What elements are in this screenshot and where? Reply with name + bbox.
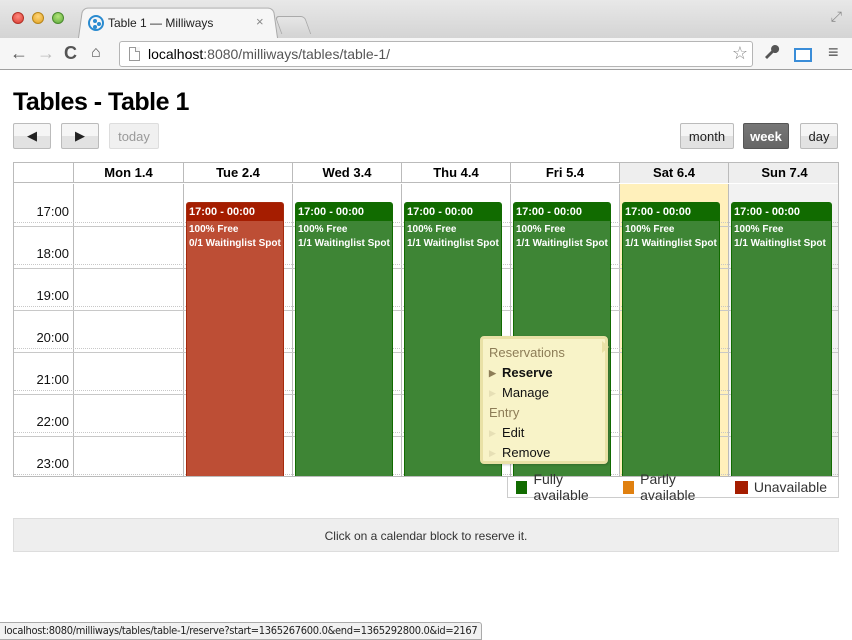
calendar-event-block[interactable]: 17:00 - 00:00 100% Free 1/1 Waitinglist Sp… (295, 202, 393, 476)
day-header: Wed 3.4 (292, 163, 401, 183)
browser-tab-content[interactable]: Table 1 — Milliways (88, 12, 268, 34)
menu-arrow-icon: ▶ (489, 448, 496, 458)
event-time: 17:00 - 00:00 (405, 203, 501, 221)
tab-close-icon[interactable]: × (256, 14, 264, 29)
availability-legend: Fully available Partly available Unavailab… (507, 471, 839, 503)
day-header: Sun 7.4 (728, 163, 838, 183)
time-label: 18:00 (36, 246, 69, 261)
browser-titlebar: Table 1 — Milliways × ⤢ (0, 0, 852, 38)
info-message: Click on a calendar block to reserve it. (13, 518, 839, 552)
address-bar[interactable]: localhost :8080/milliways/tables/table-1… (119, 41, 753, 67)
time-label: 22:00 (36, 414, 69, 429)
menu-item-label: Remove (502, 445, 551, 460)
event-time: 17:00 - 00:00 (732, 203, 831, 221)
menu-arrow-icon: ▶ (489, 428, 496, 438)
event-time: 17:00 - 00:00 (296, 203, 392, 221)
minimize-window-button[interactable] (32, 12, 44, 24)
url-path: :8080/milliways/tables/table-1/ (203, 46, 391, 62)
menu-group-label: Reservations (489, 345, 565, 360)
legend-label: Partly available (640, 471, 696, 503)
zoom-window-button[interactable] (52, 12, 64, 24)
menu-arrow-icon: ▶ (489, 368, 496, 378)
fullscreen-icon[interactable]: ⤢ (831, 8, 842, 25)
today-button[interactable]: today (109, 123, 159, 149)
day-header: Sat 6.4 (619, 163, 728, 183)
event-waitlist: 1/1 Waitinglist Spot (625, 238, 717, 249)
event-free: 100% Free (625, 224, 675, 235)
menu-item-remove[interactable]: ▶ Remove (489, 443, 605, 463)
menu-item-label: Edit (502, 425, 525, 440)
time-label: 17:00 (36, 204, 69, 219)
event-waitlist: 1/1 Waitinglist Spot (407, 238, 499, 249)
calendar-event-block[interactable]: 17:00 - 00:00 100% Free 1/1 Waitinglist Sp… (622, 202, 720, 476)
event-time: 17:00 - 00:00 (187, 203, 283, 221)
legend-label: Unavailable (753, 479, 827, 495)
menu-group-label: Entry (489, 405, 520, 420)
day-column[interactable] (73, 184, 183, 476)
tab-title: Table 1 — Milliways (108, 16, 214, 30)
menu-item-reserve[interactable]: ▶ Reserve (489, 363, 605, 383)
menu-item-label: Manage (502, 385, 549, 400)
time-label: 19:00 (36, 288, 69, 303)
event-waitlist: 1/1 Waitinglist Spot (516, 238, 608, 249)
event-time: 17:00 - 00:00 (623, 203, 719, 221)
wrench-icon[interactable] (763, 43, 781, 66)
time-label: 21:00 (36, 372, 69, 387)
home-icon[interactable]: ⌂ (91, 42, 101, 64)
event-waitlist: 1/1 Waitinglist Spot (734, 238, 826, 249)
calendar-header-row: Mon 1.4 Tue 2.4 Wed 3.4 Thu 4.4 Fri 5.4 Sat 6… (14, 163, 838, 183)
context-menu: Reservations ▶ Reserve ▶ Manage Entry ▶ Edit ▶ Re… (480, 336, 609, 464)
calendar-body: 17:00 18:00 19:00 20:00 21:00 22:00 23:00 17:00… (14, 184, 838, 476)
week-calendar: Mon 1.4 Tue 2.4 Wed 3.4 Thu 4.4 Fri 5.4 Sat 6… (13, 162, 839, 477)
event-free: 100% Free (407, 224, 457, 235)
day-header: Fri 5.4 (510, 163, 619, 183)
reload-icon[interactable]: C (64, 42, 77, 64)
new-tab-button[interactable] (274, 16, 312, 34)
legend-swatch (734, 480, 748, 494)
calendar-event-block[interactable]: 17:00 - 00:00 100% Free 0/1 Waitinglist Sp… (186, 202, 284, 476)
forward-arrow-icon[interactable]: → (37, 42, 55, 64)
menu-item-manage[interactable]: ▶ Manage (489, 383, 605, 403)
event-free: 100% Free (734, 224, 784, 235)
month-view-button[interactable]: month (680, 123, 734, 149)
prev-week-button[interactable]: ◀ (13, 123, 51, 149)
day-header: Mon 1.4 (73, 163, 183, 183)
day-header: Thu 4.4 (401, 163, 510, 183)
time-label: 23:00 (36, 456, 69, 471)
day-header: Tue 2.4 (183, 163, 292, 183)
legend-swatch (622, 480, 635, 494)
page-icon (129, 47, 140, 61)
menu-item-label: Reserve (502, 365, 553, 380)
cast-icon[interactable] (794, 48, 812, 62)
status-bar-url: localhost:8080/milliways/tables/table-1/… (0, 622, 483, 640)
back-arrow-icon[interactable]: ← (10, 42, 28, 64)
browser-toolbar: ← → C ⌂ localhost :8080/milliways/tables… (0, 38, 852, 70)
day-view-button[interactable]: day (800, 123, 838, 149)
legend-label: Fully available (533, 471, 589, 503)
event-time: 17:00 - 00:00 (514, 203, 610, 221)
time-label: 20:00 (36, 330, 69, 345)
bookmark-star-icon[interactable]: ☆ (732, 43, 748, 64)
event-free: 100% Free (189, 224, 239, 235)
legend-item: Fully available (516, 471, 612, 503)
event-waitlist: 1/1 Waitinglist Spot (298, 238, 390, 249)
event-free: 100% Free (516, 224, 566, 235)
url-host: localhost (148, 46, 204, 62)
legend-item: Unavailable (734, 479, 827, 495)
close-window-button[interactable] (12, 12, 24, 24)
legend-item: Partly available (622, 471, 724, 503)
menu-icon[interactable]: ≡ (828, 42, 839, 63)
favicon-icon (88, 15, 104, 31)
event-free: 100% Free (298, 224, 348, 235)
calendar-event-block[interactable]: 17:00 - 00:00 100% Free 1/1 Waitinglist Sp… (731, 202, 832, 476)
menu-item-edit[interactable]: ▶ Edit (489, 423, 605, 443)
legend-swatch (516, 480, 528, 494)
menu-arrow-icon: ▶ (489, 388, 496, 398)
page-title: Tables - Table 1 (13, 88, 189, 116)
week-view-button[interactable]: week (743, 123, 789, 149)
next-week-button[interactable]: ▶ (61, 123, 99, 149)
event-waitlist: 0/1 Waitinglist Spot (189, 238, 281, 249)
